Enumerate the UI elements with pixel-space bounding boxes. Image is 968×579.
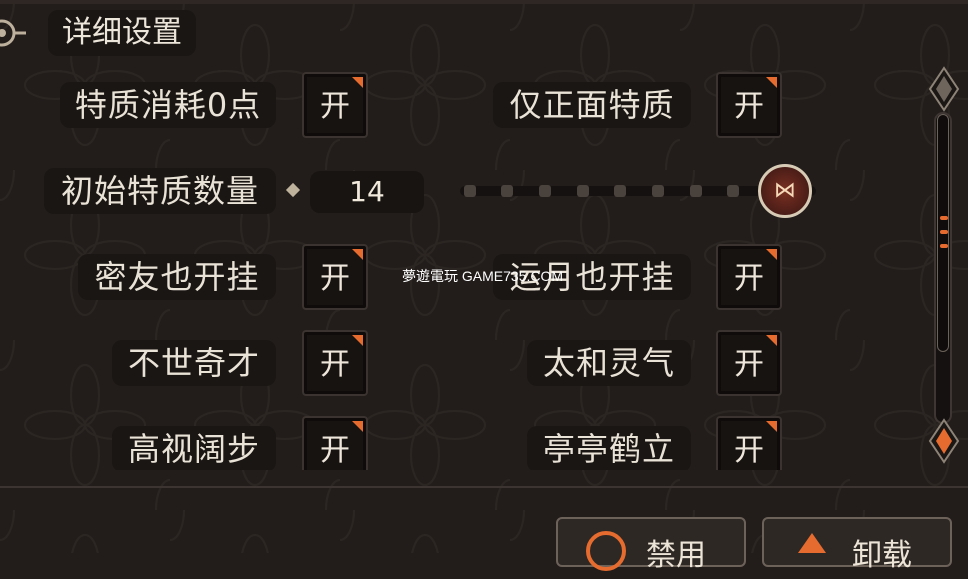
toggle-corner-marker (766, 421, 777, 432)
slider-handle-icon[interactable]: ⋈ (758, 164, 812, 218)
upload-arrow-icon (798, 533, 826, 553)
watermark-text: 夢遊電玩 GAME735.COM (402, 268, 564, 284)
unrivaled-talent-toggle[interactable]: 开 (302, 330, 368, 396)
toggle-corner-marker (352, 249, 363, 260)
slider-tick (690, 185, 702, 197)
toggle-state-label: 开 (734, 261, 764, 296)
toggle-corner-marker (352, 421, 363, 432)
toggle-state-label: 开 (320, 347, 350, 382)
scrollbar-grip (940, 230, 948, 234)
slider-tick (464, 185, 476, 197)
toggle-corner-marker (352, 335, 363, 346)
crane-stand-toggle[interactable]: 开 (716, 416, 782, 470)
slider-tick (501, 185, 513, 197)
slider-tick (727, 185, 739, 197)
settings-row-clip: 高视阔步 开 亭亭鹤立 开 (0, 410, 920, 470)
scrollbar-grip (940, 244, 948, 248)
scroll-down-icon[interactable] (928, 418, 960, 464)
scrollbar-grip (940, 216, 948, 220)
toggle-state-label: 开 (320, 433, 350, 468)
slider-tick (539, 185, 551, 197)
confidant-cheat-label: 密友也开挂 (78, 254, 276, 300)
uninstall-button[interactable]: 卸载 (762, 517, 952, 573)
positive-only-toggle[interactable]: 开 (716, 72, 782, 138)
lofty-stride-toggle[interactable]: 开 (302, 416, 368, 470)
slider-tick (614, 185, 626, 197)
page-title: 详细设置 (48, 10, 196, 56)
toggle-state-label: 开 (734, 433, 764, 468)
toggle-corner-marker (352, 77, 363, 88)
initial-trait-count-value[interactable]: 14 (310, 171, 424, 213)
lofty-stride-label: 高视阔步 (112, 426, 276, 470)
slider-tick (577, 185, 589, 197)
toggle-corner-marker (766, 249, 777, 260)
gear-icon (0, 16, 26, 50)
taihe-spirit-label: 太和灵气 (527, 340, 691, 386)
initial-trait-count-label: 初始特质数量 (44, 168, 276, 214)
toggle-state-label: 开 (320, 89, 350, 124)
toggle-state-label: 开 (320, 261, 350, 296)
trait-cost-zero-toggle[interactable]: 开 (302, 72, 368, 138)
disable-button[interactable]: 禁用 (556, 517, 746, 573)
toggle-state-label: 开 (734, 89, 764, 124)
crane-stand-label: 亭亭鹤立 (527, 426, 691, 470)
luck-cheat-toggle[interactable]: 开 (716, 244, 782, 310)
positive-only-label: 仅正面特质 (493, 82, 691, 128)
taihe-spirit-toggle[interactable]: 开 (716, 330, 782, 396)
toggle-state-label: 开 (734, 347, 764, 382)
toggle-corner-marker (766, 77, 777, 88)
toggle-corner-marker (766, 335, 777, 346)
footer-divider (0, 486, 968, 488)
confidant-cheat-toggle[interactable]: 开 (302, 244, 368, 310)
disable-circle-icon (586, 531, 626, 571)
scroll-up-icon[interactable] (928, 66, 960, 112)
trait-cost-zero-label: 特质消耗0点 (60, 82, 276, 128)
slider-tick (652, 185, 664, 197)
disable-button-label: 禁用 (646, 538, 706, 573)
unrivaled-talent-label: 不世奇才 (112, 340, 276, 386)
uninstall-button-label: 卸载 (852, 538, 912, 573)
